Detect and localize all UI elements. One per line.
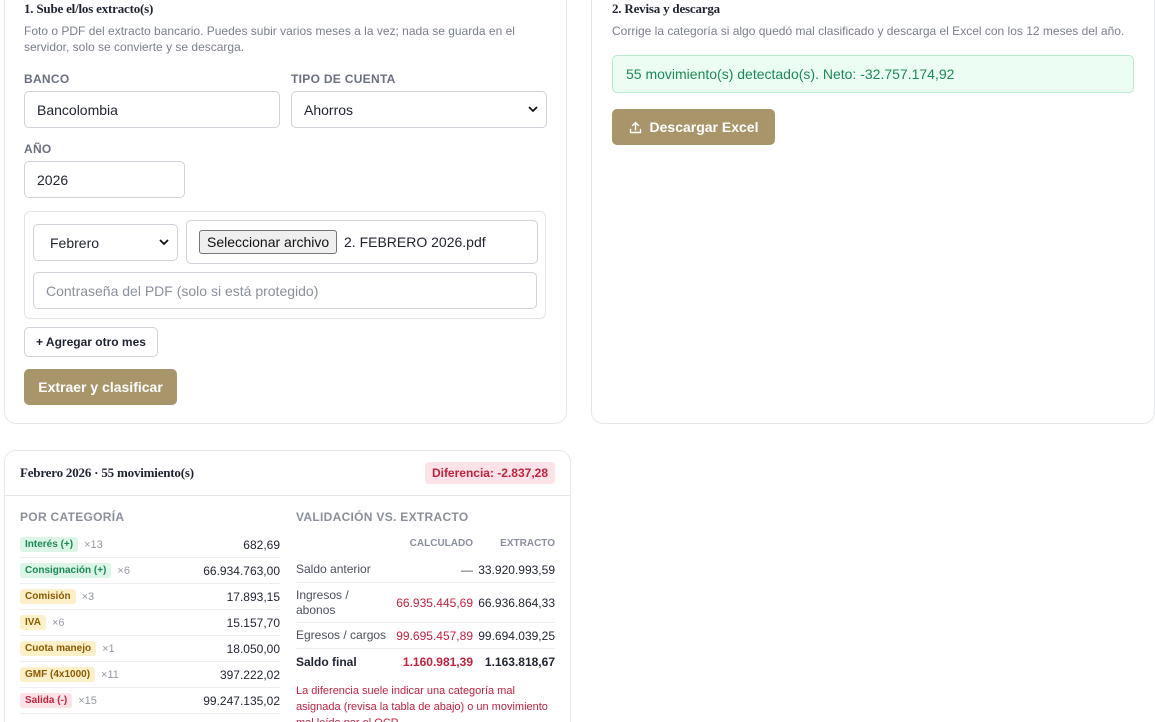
difference-badge: Diferencia: -2.837,28 <box>424 462 555 484</box>
account-type-select[interactable]: Ahorros <box>291 91 547 128</box>
category-amount: 15.157,70 <box>226 615 280 630</box>
category-count: ×13 <box>84 538 103 551</box>
category-tag: Comisión <box>20 589 76 604</box>
add-month-button[interactable]: + Agregar otro mes <box>24 327 158 357</box>
file-name: 2. FEBRERO 2026.pdf <box>344 234 486 250</box>
category-amount: 17.893,15 <box>226 589 280 604</box>
category-amount: 18.050,00 <box>226 641 280 656</box>
category-count: ×1 <box>102 642 115 655</box>
download-excel-label: Descargar Excel <box>649 119 759 135</box>
category-tag: IVA <box>20 615 46 630</box>
category-count: ×3 <box>81 590 95 603</box>
category-tag: Consignación (+) <box>20 563 112 578</box>
category-tag: Interés (+) <box>20 537 79 552</box>
validation-statement: 1.163.818,67 <box>484 655 555 669</box>
download-excel-button[interactable]: Descargar Excel <box>612 109 775 145</box>
pdf-password-input[interactable]: Contraseña del PDF (solo si está protegi… <box>33 272 537 309</box>
category-tag: Cuota manejo <box>20 641 97 656</box>
file-input[interactable]: Seleccionar archivo 2. FEBRERO 2026.pdf <box>186 220 538 264</box>
category-tag: GMF (4x1000) <box>20 667 96 682</box>
select-file-button[interactable]: Seleccionar archivo <box>199 230 338 254</box>
by-category-label: POR CATEGORÍA <box>20 510 125 524</box>
extract-classify-button[interactable]: Extraer y clasificar <box>24 369 177 405</box>
validation-calculated: 99.695.457,89 <box>396 628 473 643</box>
chevron-down-icon <box>528 106 538 113</box>
bank-label: BANCO <box>24 72 70 86</box>
month-title: Febrero 2026 · 55 movimiento(s) <box>20 465 194 480</box>
upload-card: 1. Sube el/los extracto(s) Foto o PDF de… <box>4 0 567 424</box>
validation-statement: 33.920.993,59 <box>478 562 555 577</box>
col-calculated: CALCULADO <box>409 538 473 549</box>
review-title: 2. Revisa y descarga <box>612 1 720 16</box>
month-header: Febrero 2026 · 55 movimiento(s) Diferenc… <box>5 451 570 496</box>
validation-statement: 66.936.864,33 <box>478 595 555 610</box>
upload-icon <box>629 121 641 133</box>
category-tag: Salida (-) <box>20 693 73 708</box>
validation-row-label: Ingresos / abonos <box>296 587 349 617</box>
validation-row: Egresos / cargos 99.695.457,89 99.694.03… <box>296 623 555 649</box>
validation-calculated: — <box>461 562 473 577</box>
account-type-label: TIPO DE CUENTA <box>291 72 396 86</box>
upload-description: Foto o PDF del extracto bancario. Puedes… <box>24 24 515 54</box>
account-type-value: Ahorros <box>304 101 354 118</box>
validation-label: VALIDACIÓN VS. EXTRACTO <box>296 510 469 524</box>
upload-title: 1. Sube el/los extracto(s) <box>24 1 154 16</box>
month-summary-card: Febrero 2026 · 55 movimiento(s) Diferenc… <box>4 450 571 722</box>
year-label: AÑO <box>24 142 52 156</box>
bank-input[interactable]: Bancolombia <box>24 91 280 128</box>
category-count: ×6 <box>51 616 65 629</box>
category-row: Interés (+) ×13 682,69 <box>20 532 280 558</box>
validation-statement: 99.694.039,25 <box>478 628 555 643</box>
category-amount: 682,69 <box>243 537 280 552</box>
category-row: GMF (4x1000) ×11 397.222,02 <box>20 662 280 688</box>
validation-row-label: Egresos / cargos <box>296 628 387 642</box>
category-row: Comisión ×3 17.893,15 <box>20 584 280 610</box>
validation-row: Ingresos / abonos 66.935.445,69 66.936.8… <box>296 583 555 623</box>
year-value: 2026 <box>37 171 69 188</box>
validation-calculated: 66.935.445,69 <box>396 595 473 610</box>
category-count: ×6 <box>117 564 130 577</box>
bank-value: Bancolombia <box>37 101 118 118</box>
month-value: Febrero <box>50 234 100 251</box>
category-row: IVA ×6 15.157,70 <box>20 610 280 636</box>
month-upload-row: Febrero Seleccionar archivo 2. FEBRERO 2… <box>24 211 546 319</box>
category-count: ×11 <box>101 668 119 681</box>
category-row: Salida (-) ×15 99.247.135,02 <box>20 688 280 714</box>
category-amount: 99.247.135,02 <box>203 693 280 708</box>
category-count: ×15 <box>78 694 97 707</box>
chevron-down-icon <box>159 239 169 246</box>
validation-row-label: Saldo final <box>296 654 357 669</box>
validation-row-label: Saldo anterior <box>296 562 371 576</box>
category-amount: 66.934.763,00 <box>203 563 280 578</box>
col-statement: EXTRACTO <box>500 538 555 549</box>
category-row: Consignación (+) ×6 66.934.763,00 <box>20 558 280 584</box>
detection-status: 55 movimiento(s) detectado(s). Neto: -32… <box>612 55 1134 93</box>
review-card: 2. Revisa y descarga Corrige la categorí… <box>591 0 1155 424</box>
pdf-password-placeholder: Contraseña del PDF (solo si está protegi… <box>46 282 319 299</box>
detection-status-text: 55 movimiento(s) detectado(s). Neto: -32… <box>626 66 955 82</box>
category-amount: 397.222,02 <box>219 667 280 682</box>
difference-warning: La diferencia suele indicar una categorí… <box>296 685 548 722</box>
month-select[interactable]: Febrero <box>33 224 178 261</box>
category-row: Cuota manejo ×1 18.050,00 <box>20 636 280 662</box>
validation-calculated: 1.160.981,39 <box>402 655 473 669</box>
validation-row: Saldo anterior — 33.920.993,59 <box>296 557 555 583</box>
year-input[interactable]: 2026 <box>24 161 185 198</box>
review-description: Corrige la categoría si algo quedó mal c… <box>612 24 1125 38</box>
validation-row: Saldo final 1.160.981,39 1.163.818,67 <box>296 649 555 675</box>
